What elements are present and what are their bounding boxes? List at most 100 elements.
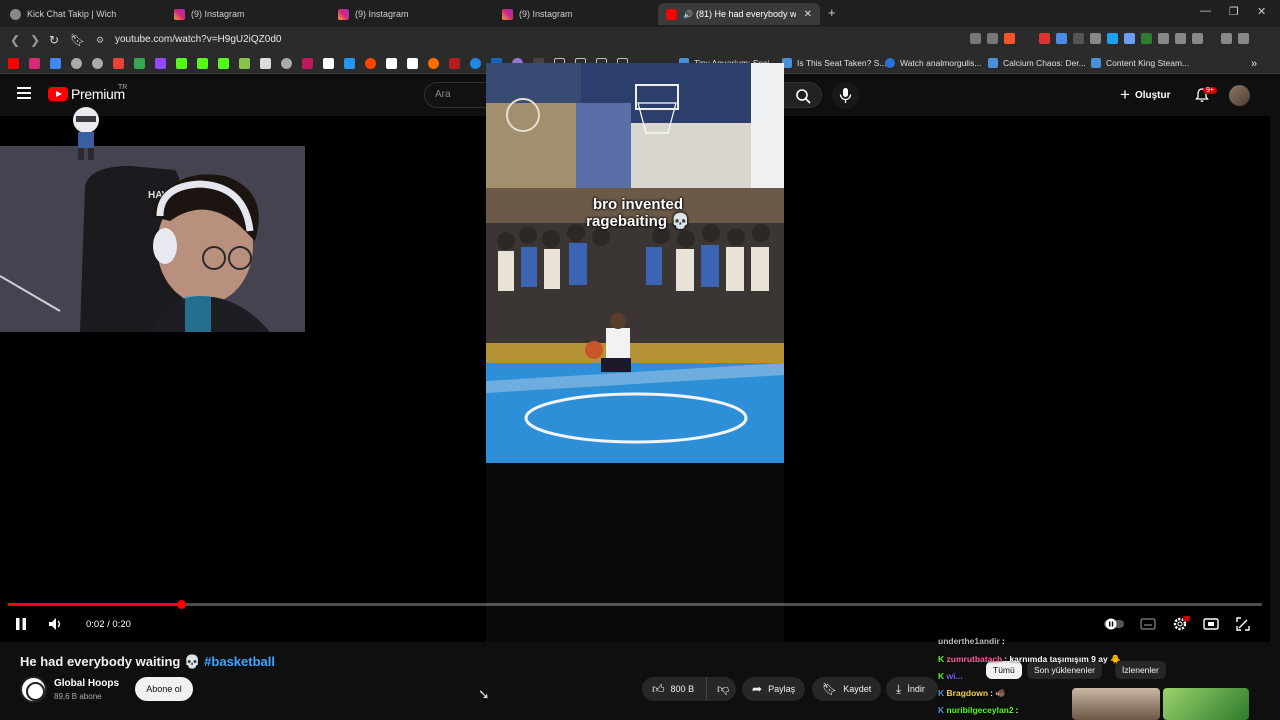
- extension-icon[interactable]: [1090, 33, 1101, 44]
- gmail-icon[interactable]: [113, 58, 124, 69]
- pause-button[interactable]: [15, 617, 27, 634]
- account-avatar[interactable]: [1229, 85, 1250, 106]
- thumbs-down-icon: 👎︎: [717, 681, 730, 696]
- close-icon[interactable]: ✕: [804, 9, 812, 20]
- scrubber-handle[interactable]: [177, 600, 186, 609]
- subscribe-button[interactable]: Abone ol: [135, 677, 193, 701]
- video-caption: bro invented ragebaiting 💀: [578, 196, 698, 230]
- extension-icon[interactable]: [1107, 33, 1118, 44]
- create-button[interactable]: + Oluştur: [1120, 85, 1171, 105]
- extension-icon[interactable]: [1039, 33, 1050, 44]
- share-icon[interactable]: [987, 33, 998, 44]
- speaker-icon[interactable]: 🔊: [683, 10, 693, 19]
- tab-instagram-2[interactable]: (9) Instagram: [338, 3, 409, 25]
- recommended-thumbnail[interactable]: [1072, 688, 1160, 720]
- settings-button[interactable]: [1172, 616, 1190, 635]
- video-frame[interactable]: [486, 63, 784, 463]
- back-button[interactable]: ❮: [10, 33, 20, 47]
- forward-button[interactable]: ❯: [30, 33, 40, 47]
- tab-youtube-active[interactable]: 🔊 (81) He had everybody waitin ✕: [658, 3, 820, 25]
- create-label: Oluştur: [1134, 89, 1171, 101]
- dislike-button[interactable]: 👎︎: [706, 677, 736, 701]
- progress-bar[interactable]: [8, 603, 1262, 606]
- amazon-icon[interactable]: [407, 58, 418, 69]
- menu-icon[interactable]: [1238, 33, 1249, 44]
- voice-search-button[interactable]: [832, 82, 859, 109]
- kick-badge-icon: K: [938, 688, 945, 698]
- save-button[interactable]: 🔖︎ Kaydet: [812, 677, 882, 701]
- recommended-thumbnail[interactable]: [1163, 688, 1249, 720]
- kick-icon[interactable]: [176, 58, 187, 69]
- url-field[interactable]: youtube.com/watch?v=H9gU2iQZ0d0: [115, 34, 281, 45]
- bookmark-icon[interactable]: [302, 58, 313, 69]
- download-button[interactable]: ⤓ İndir: [886, 677, 938, 701]
- chat-message: K zumrutbatach: karnımda taşımışım 9 ay …: [938, 654, 1121, 665]
- bookmark-icon[interactable]: [260, 58, 271, 69]
- instagram-icon: [338, 8, 349, 20]
- media-icon[interactable]: [1221, 33, 1232, 44]
- restore-button[interactable]: ❐: [1229, 5, 1239, 18]
- minimize-button[interactable]: —: [1200, 5, 1211, 17]
- tab-instagram-3[interactable]: (9) Instagram: [502, 3, 573, 25]
- bookmark-icon[interactable]: [50, 58, 61, 69]
- bookmark-icon[interactable]: 🔖︎: [70, 33, 85, 47]
- tab-instagram-1[interactable]: (9) Instagram: [174, 3, 245, 25]
- instagram-bookmark-icon[interactable]: [29, 58, 40, 69]
- kick-icon[interactable]: [197, 58, 208, 69]
- youtube-bookmark-icon[interactable]: [8, 58, 19, 69]
- bookmark-item[interactable]: Content King Steam...: [1091, 58, 1189, 68]
- site-info-icon[interactable]: ⚙: [96, 35, 104, 46]
- channel-avatar[interactable]: [20, 676, 47, 703]
- extension-icon[interactable]: [1158, 33, 1169, 44]
- theater-icon: [1203, 618, 1219, 630]
- extension-icon[interactable]: [1056, 33, 1067, 44]
- extension-icon[interactable]: [1124, 33, 1135, 44]
- cast-icon[interactable]: [970, 33, 981, 44]
- bookmark-icon[interactable]: [449, 58, 460, 69]
- bookmark-icon[interactable]: [386, 58, 397, 69]
- bookmark-icon[interactable]: [281, 58, 292, 69]
- fullscreen-button[interactable]: [1236, 617, 1250, 634]
- extension-icon[interactable]: [1073, 33, 1084, 44]
- subtitles-button[interactable]: [1140, 617, 1156, 634]
- bookmark-icon[interactable]: [470, 58, 481, 69]
- bookmark-icon[interactable]: [428, 58, 439, 69]
- drive-icon[interactable]: [134, 58, 145, 69]
- hashtag-link[interactable]: #basketball: [204, 654, 275, 669]
- new-tab-button[interactable]: +: [828, 5, 836, 20]
- puzzle-icon[interactable]: [1175, 33, 1186, 44]
- steam-icon: [988, 58, 998, 68]
- hamburger-menu-icon[interactable]: [17, 87, 31, 99]
- bookmark-item[interactable]: Watch analmorgulis...: [885, 58, 981, 68]
- bookmark-outline-icon: 🔖︎: [822, 682, 838, 696]
- autoplay-toggle[interactable]: [1103, 617, 1125, 634]
- x-icon[interactable]: [323, 58, 334, 69]
- youtube-logo[interactable]: Premium TR: [48, 84, 127, 102]
- like-button[interactable]: 👍︎ 800 B: [642, 677, 706, 701]
- miniplayer-button[interactable]: [1203, 617, 1219, 634]
- share-button[interactable]: ➦ Paylaş: [742, 677, 806, 701]
- chip-watched[interactable]: İzlenenler: [1115, 661, 1166, 679]
- brave-shield-icon[interactable]: [1004, 33, 1015, 44]
- kick-icon[interactable]: [218, 58, 229, 69]
- twitch-icon[interactable]: [155, 58, 166, 69]
- tab-label: Kick Chat Takip | Wich: [27, 9, 117, 19]
- thumbs-up-icon: 👍︎: [652, 681, 665, 696]
- reload-button[interactable]: ↻: [49, 33, 59, 47]
- tab-kick-chat[interactable]: Kick Chat Takip | Wich: [10, 3, 116, 25]
- reddit-icon[interactable]: [365, 58, 376, 69]
- bookmark-item[interactable]: Is This Seat Taken? S...: [782, 58, 886, 68]
- window-close-button[interactable]: ✕: [1257, 5, 1266, 18]
- channel-name[interactable]: Global Hoops: [54, 678, 119, 689]
- volume-button[interactable]: [48, 617, 64, 634]
- bookmark-item[interactable]: Calcium Chaos: Der...: [988, 58, 1086, 68]
- sidebar-icon[interactable]: [1192, 33, 1203, 44]
- search-button[interactable]: [782, 82, 822, 108]
- extension-icon[interactable]: [1141, 33, 1152, 44]
- bookmark-icon[interactable]: [92, 58, 103, 69]
- download-label: İndir: [907, 684, 925, 694]
- bookmark-icon[interactable]: [239, 58, 250, 69]
- more-bookmarks-icon[interactable]: »: [1251, 58, 1257, 70]
- bookmark-icon[interactable]: [71, 58, 82, 69]
- bookmark-icon[interactable]: [344, 58, 355, 69]
